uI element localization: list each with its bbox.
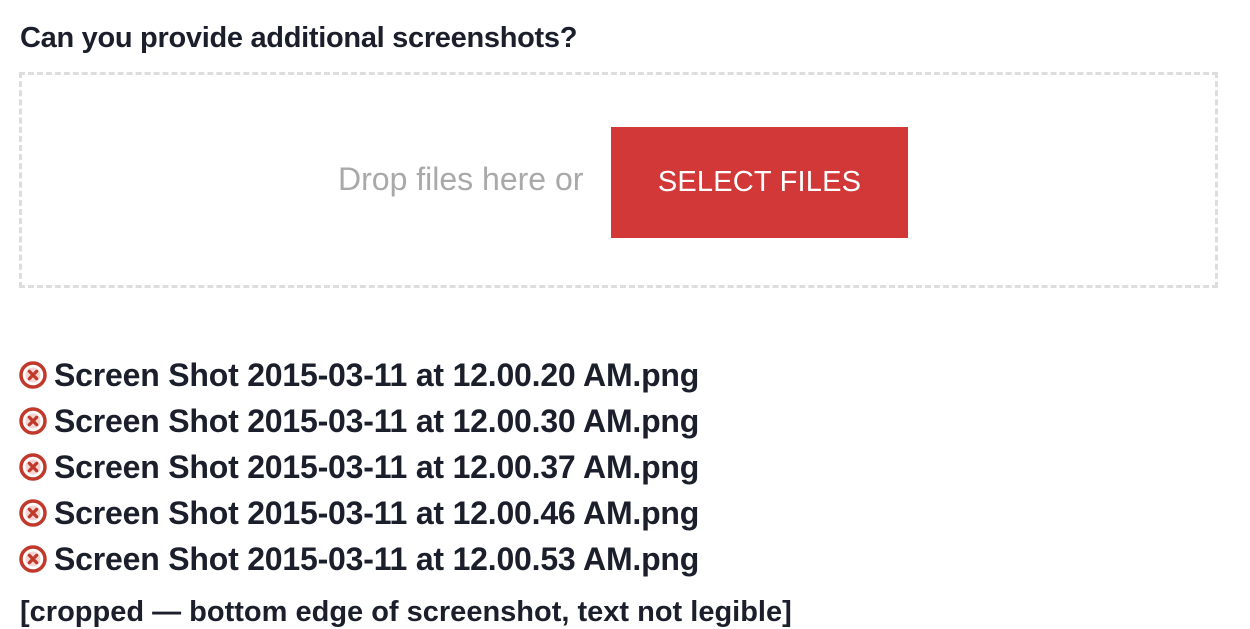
uploaded-file-list: Screen Shot 2015-03-11 at 12.00.20 AM.pn… [18, 352, 699, 582]
file-list-item: Screen Shot 2015-03-11 at 12.00.46 AM.pn… [18, 490, 699, 536]
next-section-heading-cropped: [cropped — bottom edge of screenshot, te… [20, 596, 792, 628]
select-files-button[interactable]: SELECT FILES [611, 127, 908, 238]
remove-circle-x-icon[interactable] [18, 452, 48, 482]
remove-circle-x-icon[interactable] [18, 498, 48, 528]
file-list-item: Screen Shot 2015-03-11 at 12.00.37 AM.pn… [18, 444, 699, 490]
file-name: Screen Shot 2015-03-11 at 12.00.30 AM.pn… [54, 402, 700, 439]
file-list-item: Screen Shot 2015-03-11 at 12.00.30 AM.pn… [18, 398, 699, 444]
file-list-item: Screen Shot 2015-03-11 at 12.00.20 AM.pn… [18, 352, 699, 398]
remove-circle-x-icon[interactable] [18, 544, 48, 574]
question-heading: Can you provide additional screenshots? [20, 22, 578, 54]
file-name: Screen Shot 2015-03-11 at 12.00.20 AM.pn… [54, 356, 700, 393]
file-list-item: Screen Shot 2015-03-11 at 12.00.53 AM.pn… [18, 536, 699, 582]
remove-circle-x-icon[interactable] [18, 360, 48, 390]
file-name: Screen Shot 2015-03-11 at 12.00.53 AM.pn… [54, 540, 700, 577]
file-name: Screen Shot 2015-03-11 at 12.00.37 AM.pn… [54, 448, 700, 485]
remove-circle-x-icon[interactable] [18, 406, 48, 436]
file-name: Screen Shot 2015-03-11 at 12.00.46 AM.pn… [54, 494, 700, 531]
file-dropzone[interactable]: Drop files here or SELECT FILES [19, 72, 1218, 288]
dropzone-prompt: Drop files here or [338, 161, 584, 197]
